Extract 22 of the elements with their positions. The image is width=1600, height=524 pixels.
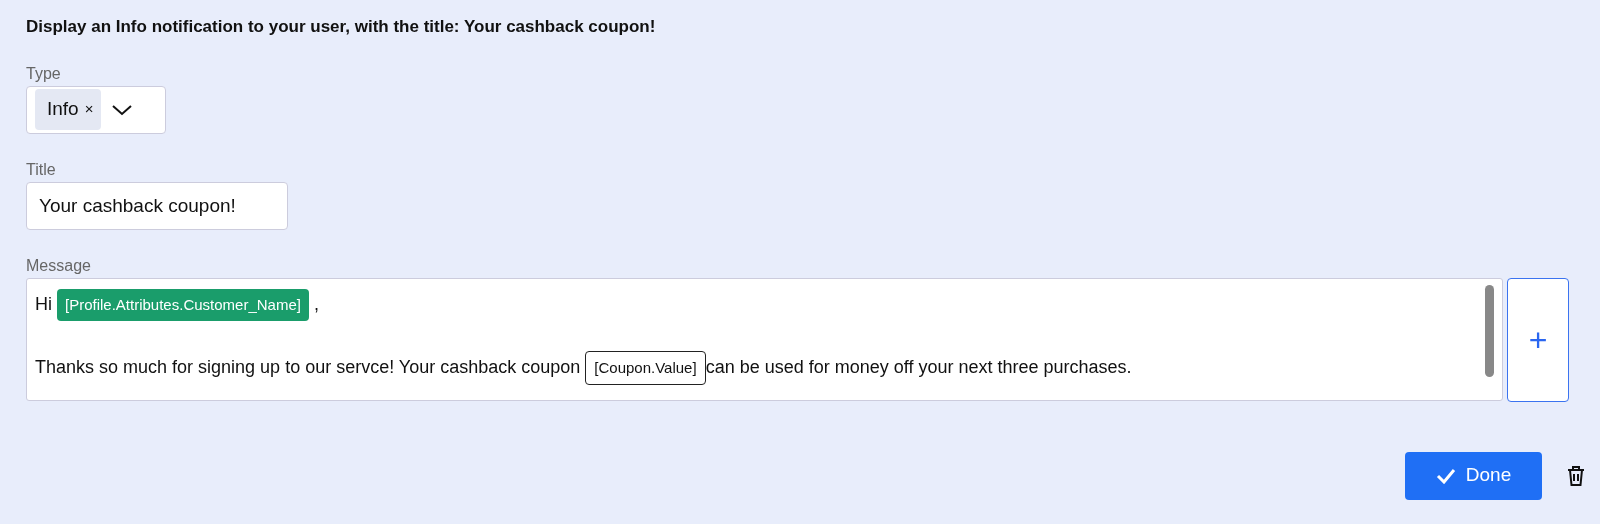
- delete-button[interactable]: [1566, 463, 1586, 488]
- type-select[interactable]: Info ×: [26, 85, 166, 134]
- done-button[interactable]: Done: [1405, 451, 1542, 500]
- heading: Display an Info notification to your user, with the title: Your cashback coupon!: [26, 16, 657, 38]
- chevron-down-icon[interactable]: [111, 103, 134, 116]
- message-text: ,: [312, 293, 319, 314]
- message-text: Hi: [35, 293, 53, 314]
- variable-tag: [Profile.Attributes.Customer_Name]: [57, 288, 309, 321]
- chip-label: Info: [47, 97, 79, 122]
- check-icon: [1435, 467, 1456, 484]
- field-label: Title: [26, 161, 56, 178]
- add-button[interactable]: +: [1507, 277, 1569, 402]
- scrollbar[interactable]: [1485, 284, 1494, 377]
- message-text: Thanks so much for signing up to our servce! Your cashback coupon: [35, 356, 582, 377]
- field-label: Message: [26, 257, 91, 274]
- trash-icon: [1566, 465, 1586, 488]
- variable-tag: [Coupon.Value]: [585, 350, 706, 385]
- remove-chip-button[interactable]: ×: [84, 98, 94, 121]
- message-field[interactable]: Hi [Profile.Attributes.Customer_Name] , Thanks so much for signing up to our servce! Your cashback coupon [Coupon.Value] can be used for money off your next three purchases.: [26, 277, 1503, 401]
- title-field[interactable]: Your cashback coupon!: [26, 181, 288, 230]
- message-text: can be used for money off your next three purchases.: [705, 356, 1132, 377]
- field-label: Type: [26, 65, 61, 82]
